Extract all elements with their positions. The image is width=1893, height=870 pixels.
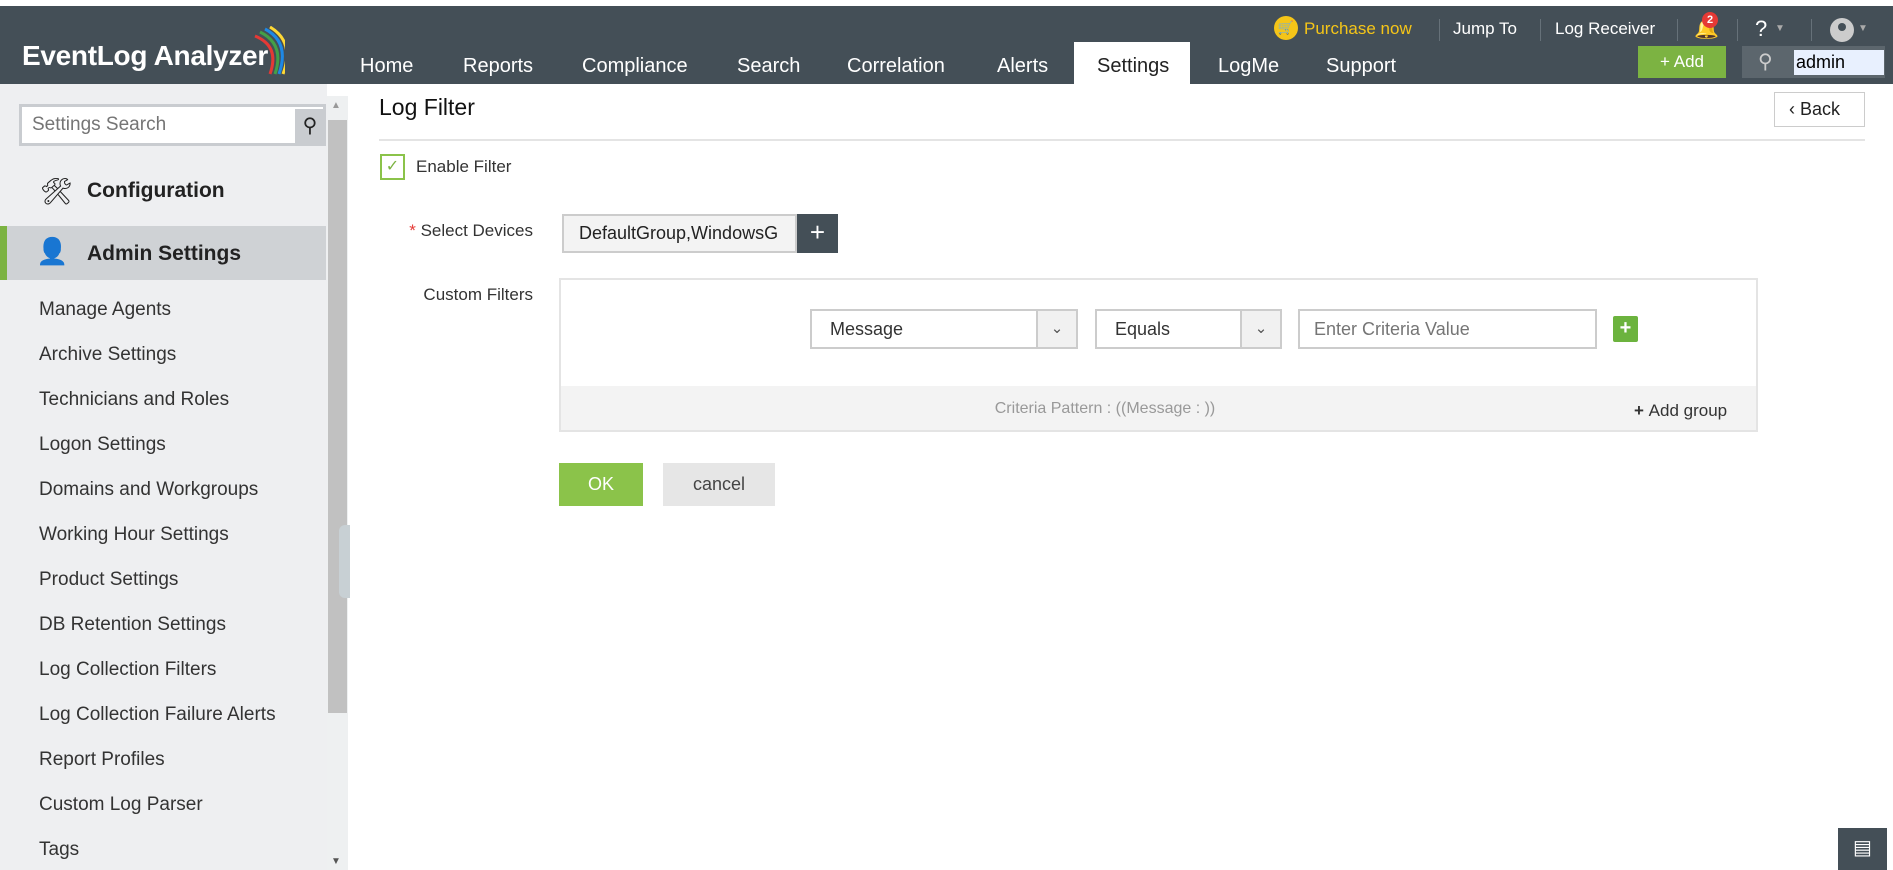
sidebar-item[interactable]: Working Hour Settings — [39, 524, 229, 546]
sidebar-item[interactable]: Product Settings — [39, 569, 178, 591]
cancel-button[interactable]: cancel — [663, 463, 775, 506]
app-logo[interactable]: EventLog Analyzer — [22, 40, 268, 72]
chevron-left-icon: ‹ — [1789, 99, 1800, 119]
nav-support[interactable]: Support — [1326, 48, 1396, 84]
header-search: ⚲ — [1742, 46, 1885, 78]
back-label: Back — [1800, 99, 1841, 119]
sidebar-item[interactable]: Report Profiles — [39, 749, 165, 771]
enable-filter-checkbox[interactable]: ✓ — [380, 154, 405, 180]
sidebar-item[interactable]: Domains and Workgroups — [39, 479, 258, 501]
ok-button[interactable]: OK — [559, 463, 643, 506]
tools-icon: 🛠 — [40, 176, 74, 206]
purchase-now-link[interactable]: Purchase now — [1304, 14, 1412, 44]
nav-search[interactable]: Search — [737, 48, 800, 84]
nav-alerts[interactable]: Alerts — [997, 48, 1048, 84]
sidebar-item[interactable]: Log Collection Filters — [39, 659, 216, 681]
sidebar-item[interactable]: Log Collection Failure Alerts — [39, 704, 276, 726]
admin-user-icon: 👤 — [36, 236, 69, 266]
sidebar-section-configuration[interactable]: Configuration — [87, 179, 225, 203]
criteria-pattern: Criteria Pattern : ((Message : )) — [994, 400, 1216, 417]
logo-arc-icon — [254, 26, 285, 75]
notification-badge: 2 — [1702, 12, 1718, 28]
field-select[interactable]: Message ⌄ — [810, 309, 1078, 349]
divider — [1439, 19, 1440, 41]
log-receiver-link[interactable]: Log Receiver — [1555, 14, 1655, 44]
operator-select[interactable]: Equals ⌄ — [1095, 309, 1282, 349]
sidebar-item[interactable]: Archive Settings — [39, 344, 176, 366]
page-title: Log Filter — [379, 94, 475, 120]
enable-filter-label: Enable Filter — [416, 157, 512, 176]
admin-settings-label: Admin Settings — [87, 242, 242, 265]
search-icon[interactable]: ⚲ — [1758, 49, 1773, 74]
select-devices-label: * Select Devices — [400, 221, 533, 241]
user-avatar-icon[interactable] — [1830, 18, 1854, 42]
sidebar-section-admin-settings[interactable]: 👤 Admin Settings — [0, 226, 326, 280]
collapse-sidebar-handle[interactable] — [339, 525, 350, 598]
chevron-down-icon: ⌄ — [1240, 311, 1280, 347]
chevron-down-icon: ⌄ — [1036, 311, 1076, 347]
operator-select-value: Equals — [1115, 319, 1171, 339]
active-indicator — [0, 226, 7, 280]
nav-home[interactable]: Home — [360, 48, 413, 84]
field-select-value: Message — [830, 319, 904, 339]
nav-reports[interactable]: Reports — [463, 48, 533, 84]
add-criteria-button[interactable]: + — [1613, 316, 1638, 342]
devices-input[interactable]: DefaultGroup,WindowsG — [562, 214, 797, 253]
nav-compliance[interactable]: Compliance — [582, 48, 688, 84]
add-label: Add — [1673, 52, 1704, 71]
header-search-input[interactable] — [1794, 50, 1884, 75]
chevron-down-icon: ▼ — [1858, 23, 1868, 34]
back-button[interactable]: ‹ Back — [1774, 92, 1865, 127]
sidebar-item[interactable]: DB Retention Settings — [39, 614, 226, 636]
nav-logme[interactable]: LogMe — [1218, 48, 1279, 84]
sidebar-item[interactable]: Logon Settings — [39, 434, 166, 456]
sidebar-item[interactable]: Tags — [39, 839, 79, 861]
nav-correlation[interactable]: Correlation — [847, 48, 945, 84]
add-button[interactable]: + Add — [1638, 46, 1726, 78]
sidebar-item[interactable]: Manage Agents — [39, 299, 171, 321]
chevron-down-icon: ▼ — [1775, 23, 1785, 34]
add-group-button[interactable]: + Add group — [1634, 401, 1727, 421]
settings-search-input[interactable] — [22, 107, 292, 143]
divider — [1811, 19, 1812, 41]
divider — [1737, 19, 1738, 41]
scroll-up-icon[interactable]: ▲ — [331, 100, 341, 111]
divider — [1540, 19, 1541, 41]
add-group-label: Add group — [1648, 401, 1728, 420]
plus-icon: + — [1634, 401, 1649, 420]
plus-icon: + — [1660, 52, 1674, 71]
cart-icon: 🛒 — [1274, 16, 1298, 40]
scroll-down-icon[interactable]: ▼ — [331, 856, 341, 867]
chat-icon[interactable]: ▤ — [1838, 828, 1887, 870]
add-device-button[interactable]: + — [797, 214, 838, 253]
search-icon[interactable]: ⚲ — [295, 109, 325, 145]
help-icon[interactable]: ? — [1755, 14, 1767, 44]
divider — [1677, 19, 1678, 41]
custom-filters-label: Custom Filters — [423, 285, 533, 304]
required-mark: * — [409, 221, 416, 240]
top-header: EventLog Analyzer Home Reports Complianc… — [0, 6, 1893, 84]
sidebar-item[interactable]: Technicians and Roles — [39, 389, 229, 411]
title-divider — [379, 139, 1865, 141]
sidebar-item[interactable]: Custom Log Parser — [39, 794, 203, 816]
scrollbar-thumb[interactable] — [328, 120, 347, 713]
criteria-value-input[interactable] — [1298, 309, 1597, 349]
select-devices-text: Select Devices — [420, 221, 533, 240]
settings-search: ⚲ — [19, 104, 326, 146]
nav-settings[interactable]: Settings — [1074, 42, 1190, 84]
jump-to-link[interactable]: Jump To — [1453, 14, 1517, 44]
